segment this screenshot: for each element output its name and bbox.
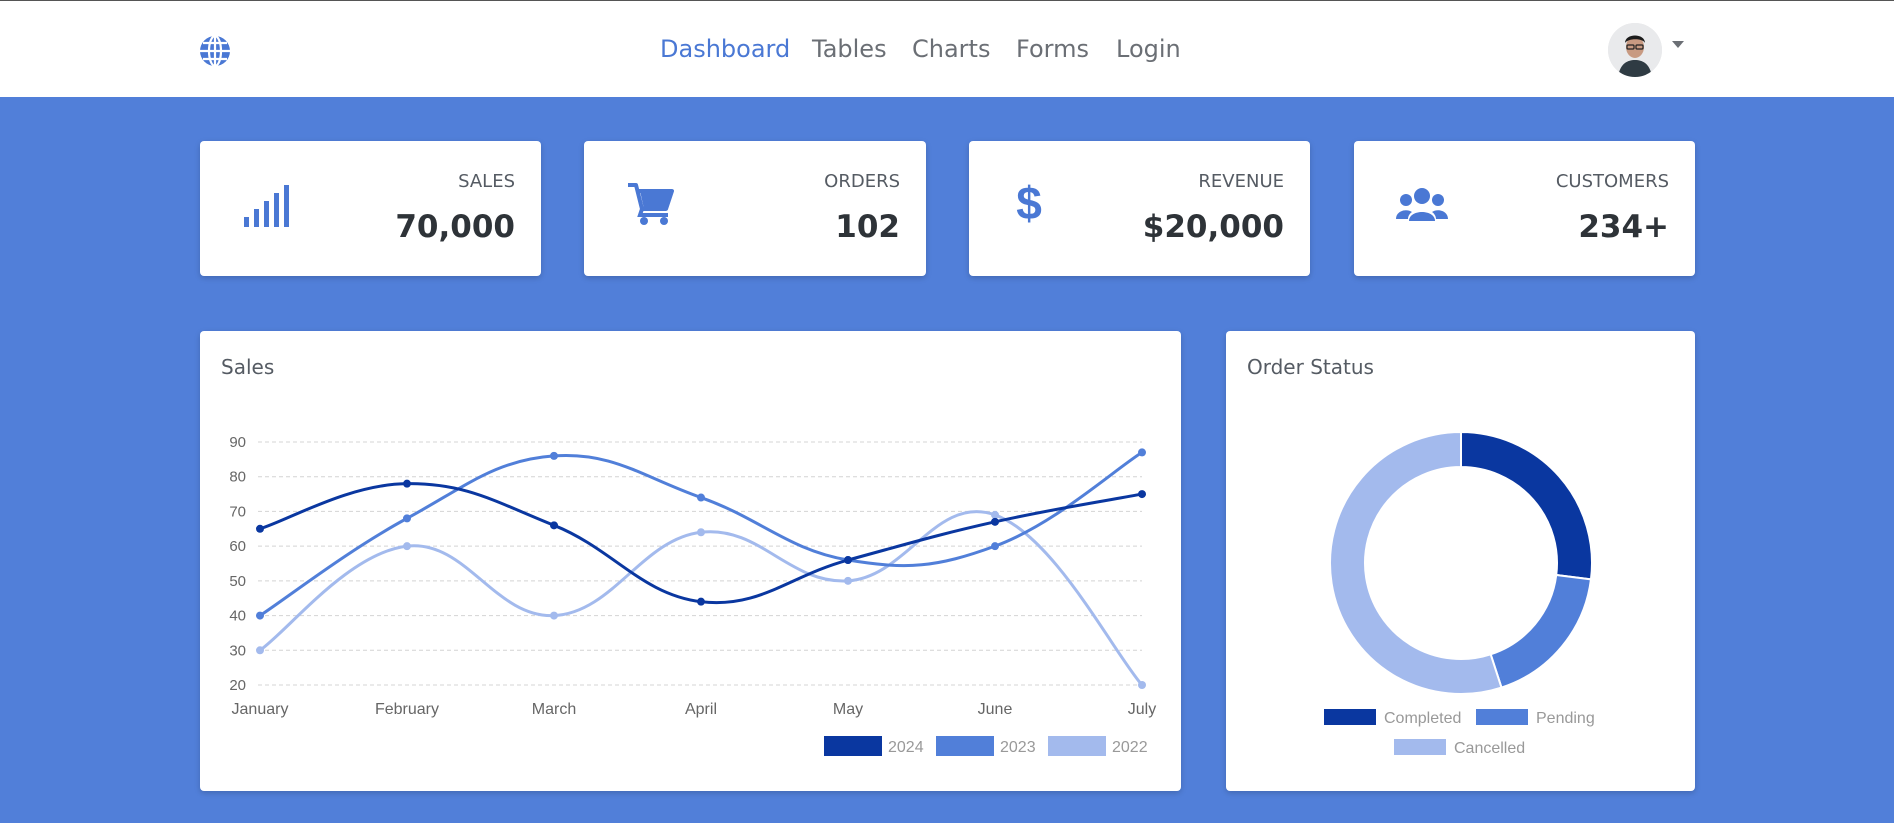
nav-dashboard[interactable]: Dashboard xyxy=(660,35,790,63)
nav-login[interactable]: Login xyxy=(1116,35,1181,63)
y-tick-label: 50 xyxy=(229,573,246,590)
data-point xyxy=(697,493,705,502)
order-status-donut-chart: Completed Pending Cancelled xyxy=(1324,430,1595,757)
sales-panel: Sales 20 30 40 50 60 70 80 90 January February Mar… xyxy=(200,331,1181,791)
stat-value: 102 xyxy=(835,209,900,245)
x-tick-label: April xyxy=(685,701,717,718)
legend-swatch xyxy=(1476,709,1528,725)
stat-title: SALES xyxy=(458,171,515,192)
nav-tables[interactable]: Tables xyxy=(812,35,887,63)
legend-swatch xyxy=(1394,739,1446,755)
data-point xyxy=(991,510,999,519)
legend-label: 2023 xyxy=(1000,739,1036,756)
legend-label: Completed xyxy=(1384,710,1461,727)
data-point xyxy=(844,556,852,565)
data-point xyxy=(844,576,852,585)
stat-value: 70,000 xyxy=(395,209,515,245)
stat-title: REVENUE xyxy=(1198,171,1284,192)
x-tick-label: February xyxy=(375,701,439,718)
data-point xyxy=(697,597,705,606)
stat-value: 234+ xyxy=(1578,209,1669,245)
y-tick-label: 90 xyxy=(229,434,246,451)
x-tick-label: January xyxy=(232,701,289,718)
stat-card-orders: ORDERS 102 xyxy=(584,141,926,276)
stat-title: CUSTOMERS xyxy=(1555,171,1669,192)
stat-title: ORDERS xyxy=(824,171,900,192)
data-point xyxy=(991,517,999,526)
data-point xyxy=(1138,681,1146,689)
sales-line-chart: 20 30 40 50 60 70 80 90 January February March Apri… xyxy=(229,434,1156,756)
y-tick-label: 70 xyxy=(229,503,246,520)
user-avatar[interactable] xyxy=(1608,23,1662,77)
data-point xyxy=(256,524,264,533)
legend-swatch xyxy=(1048,736,1106,756)
data-point xyxy=(1138,490,1146,499)
data-point xyxy=(1138,448,1146,457)
y-tick-label: 40 xyxy=(229,608,246,625)
legend-label: 2024 xyxy=(888,739,924,756)
nav-forms[interactable]: Forms xyxy=(1016,35,1089,63)
y-tick-label: 30 xyxy=(229,642,246,659)
users-icon xyxy=(1396,188,1448,221)
data-point xyxy=(550,611,558,620)
dollar-icon: $ xyxy=(1016,181,1042,227)
legend-label: Cancelled xyxy=(1454,740,1525,757)
donut-slice-completed xyxy=(1460,430,1593,581)
shopping-cart-icon xyxy=(628,183,674,225)
data-point xyxy=(403,514,411,523)
data-point xyxy=(550,451,558,460)
legend-label: Pending xyxy=(1536,710,1595,727)
data-point xyxy=(403,479,411,488)
svg-text:$: $ xyxy=(1016,181,1042,227)
x-tick-label: May xyxy=(833,701,863,718)
x-tick-label: July xyxy=(1128,701,1156,718)
data-point xyxy=(991,542,999,551)
stat-card-customers: CUSTOMERS 234+ xyxy=(1354,141,1695,276)
legend-swatch xyxy=(1324,709,1376,725)
y-tick-label: 80 xyxy=(229,469,246,486)
stat-value: $20,000 xyxy=(1142,209,1284,245)
data-point xyxy=(256,611,264,620)
data-point xyxy=(550,521,558,530)
top-navbar: Dashboard Tables Charts Forms Login xyxy=(0,0,1894,97)
donut-slice-pending xyxy=(1489,573,1593,689)
nav-charts[interactable]: Charts xyxy=(912,35,990,63)
legend-label: 2022 xyxy=(1112,739,1148,756)
order-status-panel: Order Status Completed Pending Cancelled xyxy=(1226,331,1695,791)
legend-swatch xyxy=(936,736,994,756)
y-tick-label: 60 xyxy=(229,538,246,555)
x-tick-label: March xyxy=(532,701,576,718)
data-point xyxy=(256,646,264,655)
stat-card-revenue: $ REVENUE $20,000 xyxy=(969,141,1310,276)
donut-slice-cancelled xyxy=(1329,430,1503,695)
y-tick-label: 20 xyxy=(229,677,246,694)
avatar-image xyxy=(1608,23,1662,77)
user-menu-caret-icon[interactable] xyxy=(1672,41,1684,48)
signal-bars-icon xyxy=(244,185,289,227)
data-point xyxy=(403,542,411,551)
legend-swatch xyxy=(824,736,882,756)
x-tick-label: June xyxy=(978,701,1013,718)
stat-card-sales: SALES 70,000 xyxy=(200,141,541,276)
data-point xyxy=(697,528,705,537)
